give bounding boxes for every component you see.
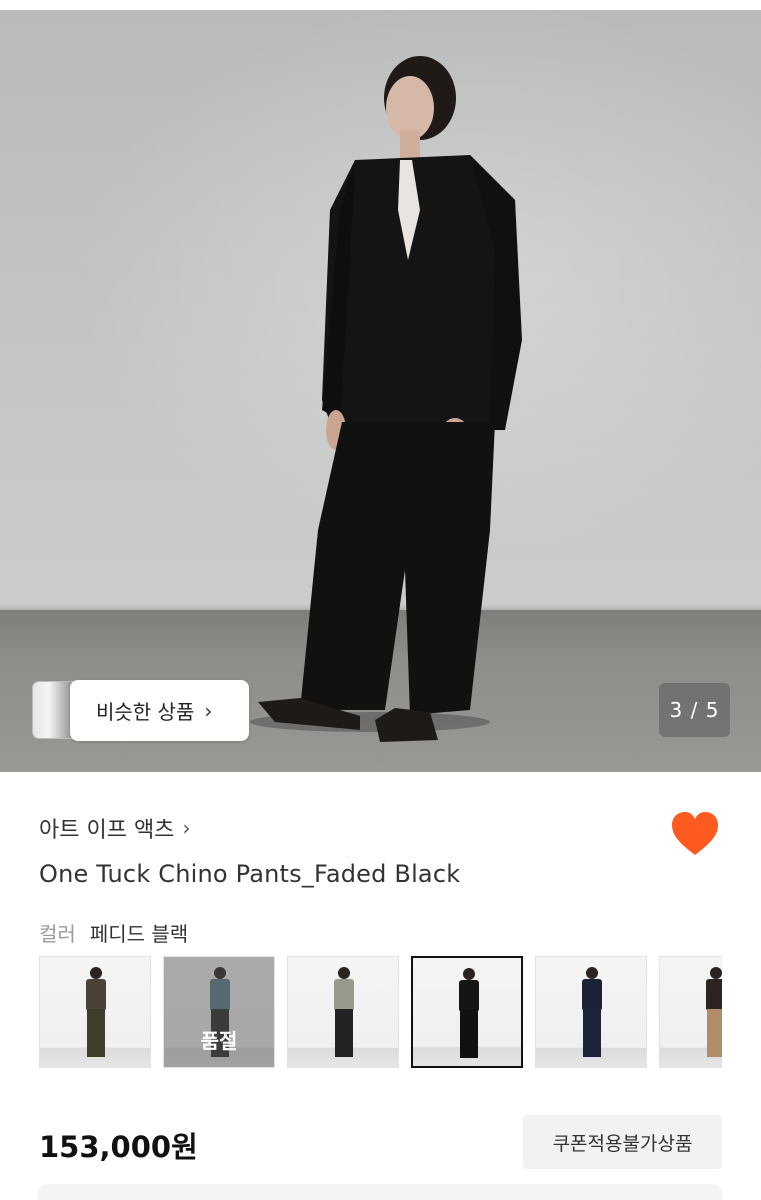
color-value: 페디드 블랙 <box>89 922 189 946</box>
brand-link[interactable]: 아트 이프 액츠 › <box>39 812 190 844</box>
sold-out-label: 품절 <box>200 1029 238 1053</box>
swatch-model-figure <box>86 967 106 1057</box>
color-swatch[interactable]: 품절 <box>163 956 275 1068</box>
brand-name: 아트 이프 액츠 <box>39 818 175 843</box>
product-title: One Tuck Chino Pants_Faded Black <box>39 860 461 888</box>
color-swatch-selected[interactable] <box>411 956 523 1068</box>
product-price: 153,000원 <box>39 1130 198 1164</box>
color-swatch[interactable] <box>535 956 647 1068</box>
color-label: 컬러 <box>39 922 76 946</box>
chevron-right-icon: › <box>182 816 191 840</box>
swatch-model-figure <box>459 968 479 1058</box>
similar-products-button[interactable]: 비슷한 상품 › <box>70 680 249 741</box>
model-figure <box>250 56 522 742</box>
chevron-right-icon: › <box>204 698 213 723</box>
color-swatch[interactable] <box>287 956 399 1068</box>
image-page-counter: 3 / 5 <box>659 683 730 737</box>
heart-icon[interactable] <box>671 811 719 857</box>
coupon-unavailable-badge: 쿠폰적용불가상품 <box>523 1115 722 1169</box>
color-swatch-list: 품절 <box>39 956 722 1068</box>
info-box <box>38 1184 722 1200</box>
color-swatch[interactable] <box>39 956 151 1068</box>
similar-products-label: 비슷한 상품 <box>96 700 195 724</box>
swatch-model-figure <box>706 967 722 1057</box>
color-option-row: 컬러 페디드 블랙 <box>39 918 188 947</box>
swatch-model-figure <box>582 967 602 1057</box>
color-swatch[interactable] <box>659 956 722 1068</box>
product-hero-image[interactable] <box>0 10 761 772</box>
swatch-model-figure <box>334 967 354 1057</box>
similar-product-thumbnail[interactable] <box>32 681 74 739</box>
